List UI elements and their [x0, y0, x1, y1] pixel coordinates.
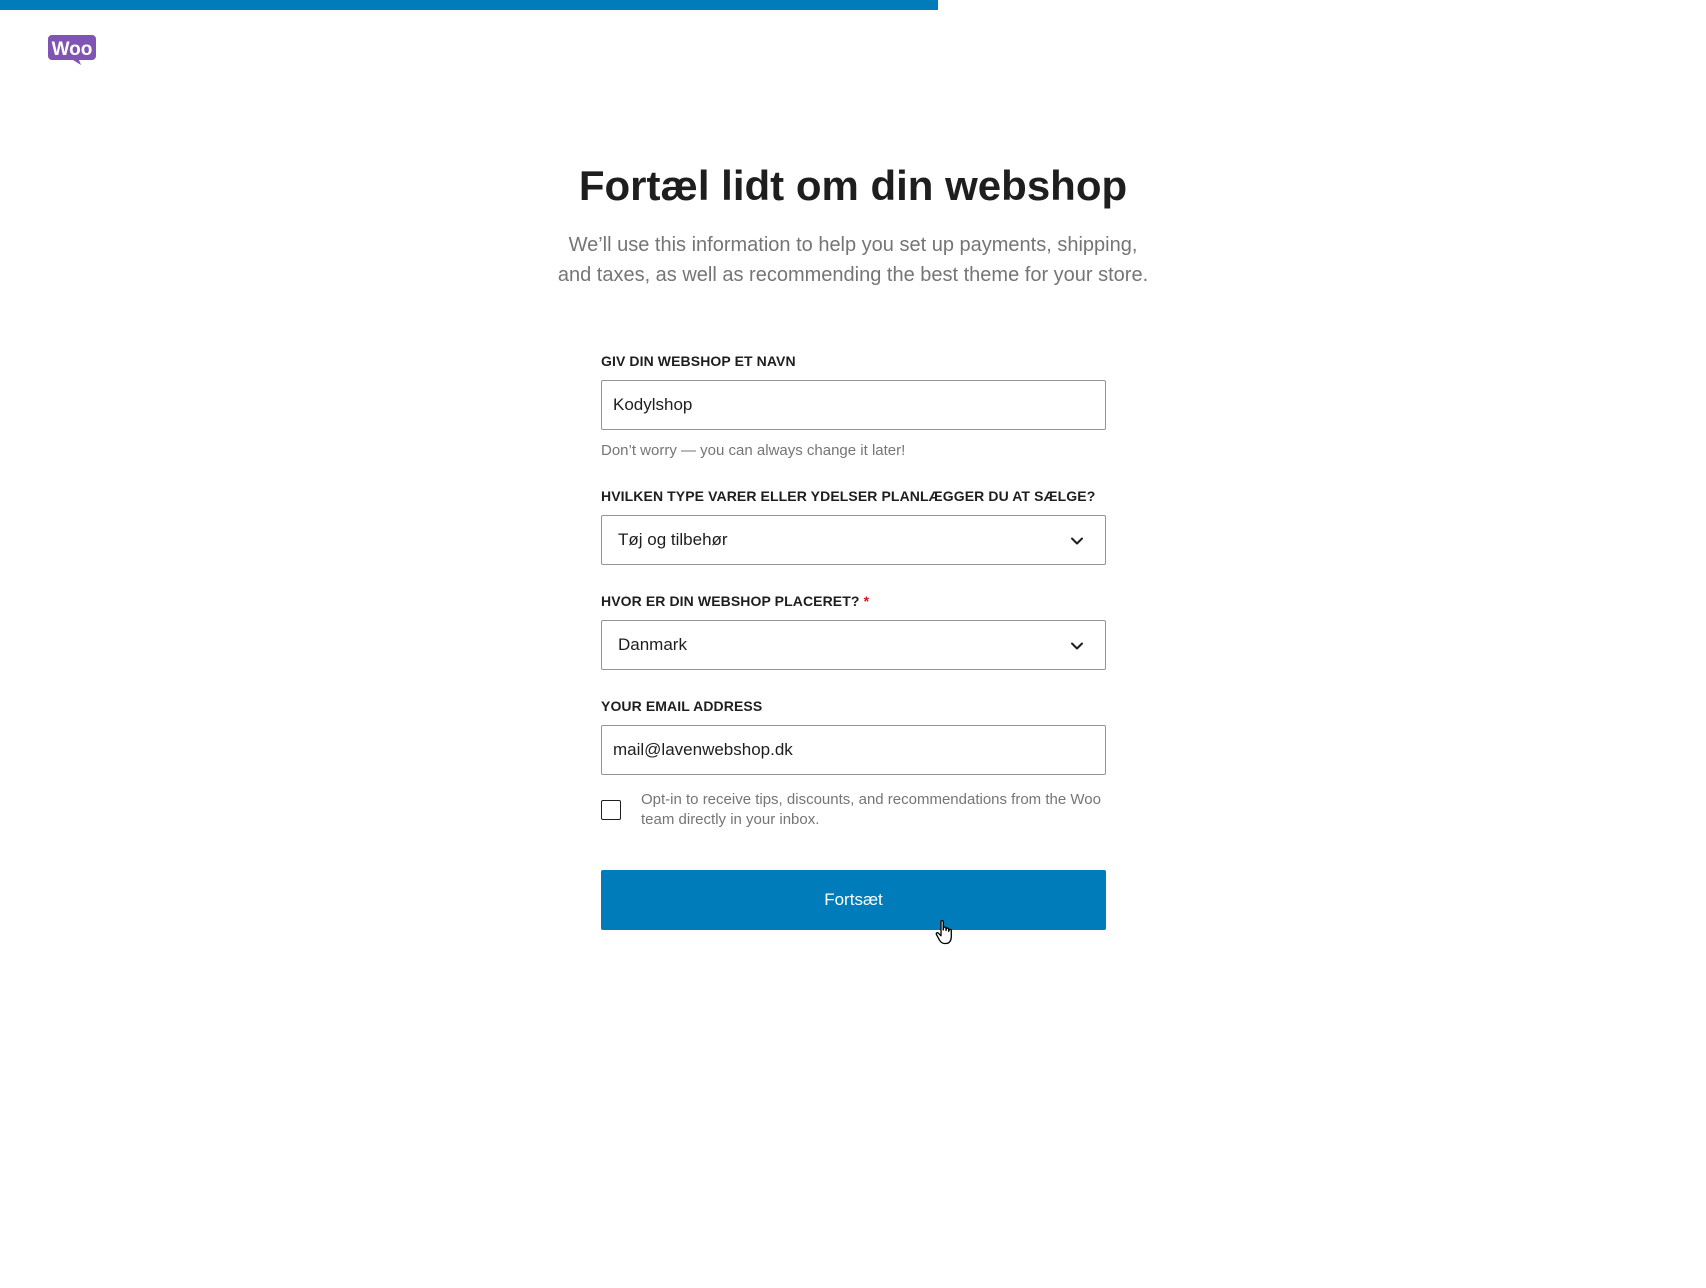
continue-button[interactable]: Fortsæt — [601, 870, 1106, 930]
location-label: HVOR ER DIN WEBSHOP PLACERET? * — [601, 593, 869, 609]
chevron-down-icon — [1071, 642, 1083, 650]
location-selected-value: Danmark — [618, 635, 687, 654]
woo-logo-text: Woo — [52, 39, 93, 60]
woo-logo-icon[interactable]: Woo — [47, 34, 97, 66]
location-select[interactable]: Danmark — [601, 620, 1106, 670]
required-mark: * — [863, 593, 870, 609]
chevron-down-icon — [1071, 537, 1083, 545]
store-name-help-text: Don’t worry — you can always change it l… — [601, 442, 906, 459]
page-subtitle: We’ll use this information to help you s… — [557, 234, 1149, 286]
location-label-text: HVOR ER DIN WEBSHOP PLACERET? — [601, 593, 860, 609]
opt-in-label: Opt-in to receive tips, discounts, and r… — [641, 791, 1101, 828]
industry-select[interactable]: Tøj og tilbehør — [601, 515, 1106, 565]
progress-bar — [0, 0, 1706, 10]
page-title: Fortæl lidt om din webshop — [578, 162, 1128, 209]
opt-in-checkbox[interactable] — [601, 800, 621, 820]
industry-label: HVILKEN TYPE VARER ELLER YDELSER PLANLÆG… — [601, 488, 1096, 504]
onboarding-page: Woo Fortæl lidt om din webshop We’ll use… — [0, 0, 1706, 1288]
hand-pointer-cursor-icon — [935, 919, 952, 945]
store-name-input[interactable] — [601, 380, 1106, 430]
email-input[interactable] — [601, 725, 1106, 775]
progress-bar-fill — [0, 0, 939, 10]
industry-selected-value: Tøj og tilbehør — [618, 530, 728, 549]
email-label: YOUR EMAIL ADDRESS — [601, 698, 763, 714]
store-name-label: GIV DIN WEBSHOP ET NAVN — [601, 353, 796, 369]
